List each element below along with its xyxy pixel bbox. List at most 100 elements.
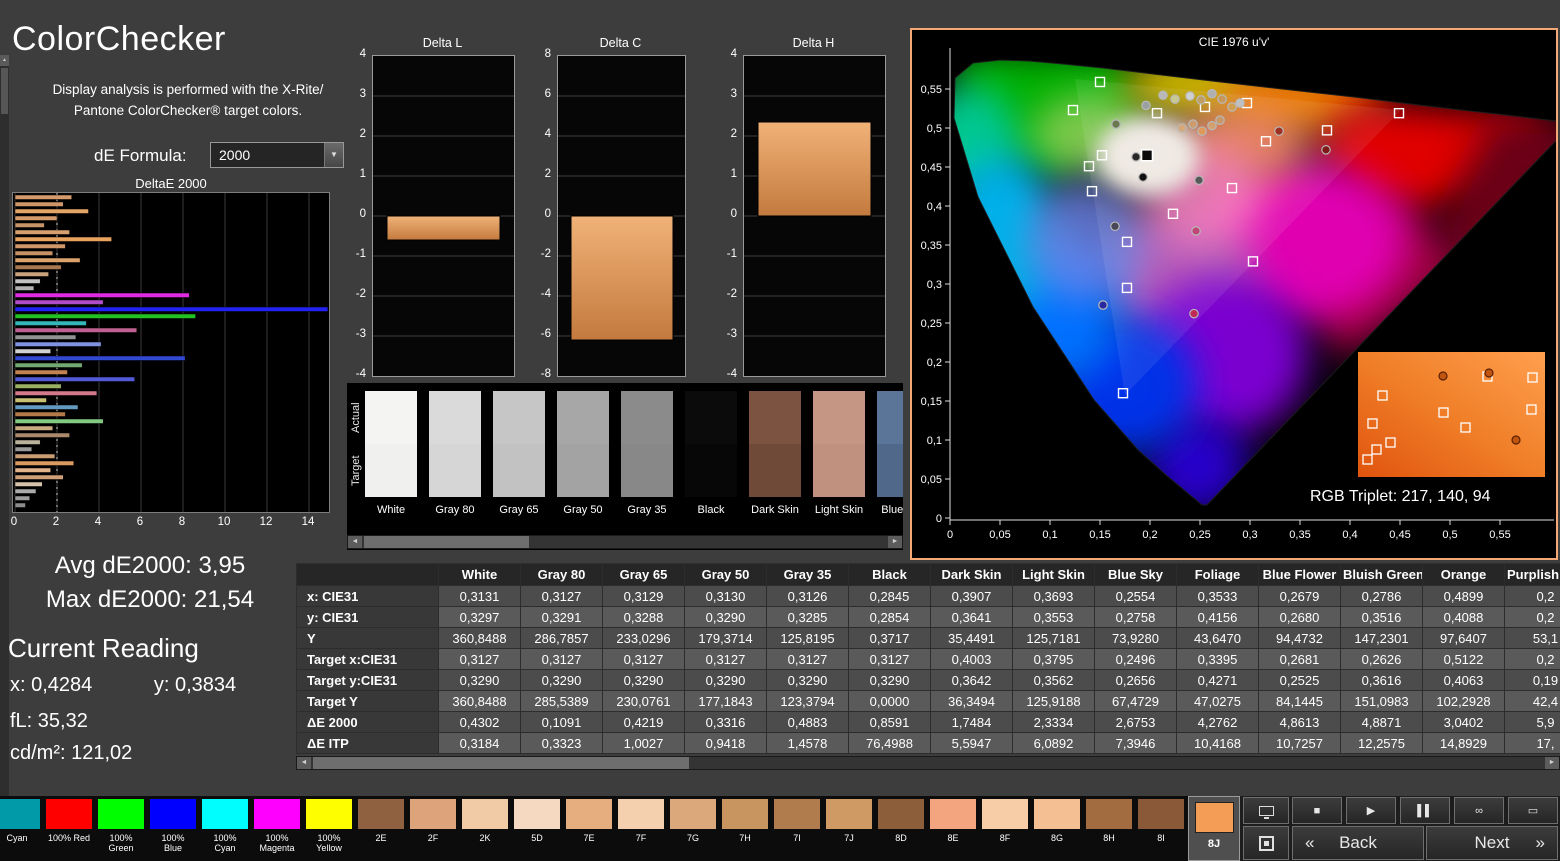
scrollbar-track[interactable] [0, 66, 9, 801]
target-row-label: Target [350, 455, 362, 486]
patch-8j[interactable]: 8J [1188, 796, 1240, 861]
axis-tick-label: 1 [730, 168, 737, 180]
dropdown-arrow-icon[interactable]: ▼ [324, 143, 343, 167]
table-cell: 4,8871 [1340, 711, 1423, 733]
swatch-scrollbar[interactable]: ◄ ► [347, 535, 903, 549]
table-cell: 230,0761 [602, 690, 685, 712]
scroll-left-icon[interactable]: ◄ [348, 536, 362, 548]
left-scrollbar[interactable]: ▲ ▼ [0, 55, 9, 812]
table-cell: 12,2575 [1340, 732, 1423, 754]
patch-7g[interactable]: 7G [668, 798, 718, 859]
scroll-left-icon[interactable]: ◄ [297, 757, 311, 769]
table-cell: 5,9 [1504, 711, 1560, 733]
back-button[interactable]: « Back [1292, 826, 1424, 860]
table-cell: 0,2680 [1258, 606, 1341, 628]
deltae-bar [14, 327, 138, 333]
patch-7j[interactable]: 7J [824, 798, 874, 859]
patch-label: 100% Magenta [259, 833, 295, 853]
table-cell: 2,3334 [1012, 711, 1095, 733]
window-button[interactable] [1243, 797, 1289, 824]
axis-tick-label: 0,1 [927, 435, 942, 447]
deltae-bar [14, 313, 196, 319]
measurement-marker [1194, 175, 1204, 186]
patch-2k[interactable]: 2K [460, 798, 510, 859]
measurement-table: White Gray 80 Gray 65 Gray 50 Gray 35 Black Da… [296, 563, 1560, 754]
swatch-gray-65: Gray 65 [493, 391, 545, 516]
patch-2e[interactable]: 2E [356, 798, 406, 859]
patch-8i[interactable]: 8I [1136, 798, 1186, 859]
patch-7h[interactable]: 7H [720, 798, 770, 859]
display-icon: ▭ [1527, 805, 1539, 817]
patch-8d[interactable]: 8D [876, 798, 926, 859]
axis-tick-label: 0,25 [921, 318, 942, 330]
patch-100-magenta[interactable]: 100% Magenta [252, 798, 302, 859]
patch-label: 8F [999, 833, 1011, 843]
table-cell: 0,3127 [438, 648, 521, 670]
patch-100-yellow[interactable]: 100% Yellow [304, 798, 354, 859]
table-row: y: CIE31 0,3297 0,3291 0,3288 0,3290 0,3285 0,… [296, 606, 1560, 628]
patch-8h[interactable]: 8H [1084, 798, 1134, 859]
patch-7i[interactable]: 7I [772, 798, 822, 859]
scroll-up-icon[interactable]: ▲ [0, 55, 9, 66]
de-formula-select[interactable]: 2000 ▼ [210, 142, 344, 168]
table-cell: 1,7484 [930, 711, 1013, 733]
swatch-black: Black [685, 391, 737, 516]
table-cell: 0,3290 [766, 669, 849, 691]
patch-5d[interactable]: 5D [512, 798, 562, 859]
loop-button[interactable]: ∞ [1454, 797, 1504, 824]
measurement-marker [1227, 102, 1237, 112]
patch-7f[interactable]: 7F [616, 798, 666, 859]
next-button[interactable]: Next » [1426, 826, 1558, 860]
patch-8e[interactable]: 8E [928, 798, 978, 859]
swatch-label: White [376, 504, 406, 516]
table-scrollbar[interactable]: ◄ ► [296, 756, 1560, 770]
measurement-marker [1191, 226, 1201, 236]
pause-button[interactable]: ▌▌ [1400, 797, 1450, 824]
table-cell: 73,9280 [1094, 627, 1177, 649]
patch-100-green[interactable]: 100% Green [96, 798, 146, 859]
patch-7e[interactable]: 7E [564, 798, 614, 859]
table-cell: 0,3127 [520, 585, 603, 607]
deltae-bar [14, 243, 66, 249]
display-button[interactable]: ▭ [1508, 797, 1558, 824]
deltae-bar [14, 446, 33, 452]
swatch-target [557, 444, 609, 497]
patch-100-cyan[interactable]: 100% Cyan [200, 798, 250, 859]
measurement-marker [1197, 126, 1207, 136]
scroll-right-icon[interactable]: ► [1545, 757, 1559, 769]
patch-100-blue[interactable]: 100% Blue [148, 798, 198, 859]
patch-8g[interactable]: 8G [1032, 798, 1082, 859]
table-row: Target y:CIE31 0,3290 0,3290 0,3290 0,3290 0,… [296, 669, 1560, 691]
patch-8f[interactable]: 8F [980, 798, 1030, 859]
deltae-bar [14, 229, 70, 235]
axis-tick-label: 0,4 [1342, 529, 1357, 541]
scrollbar-track[interactable] [311, 757, 1545, 769]
scrollbar-thumb[interactable] [313, 757, 689, 769]
chart-title: Delta L [422, 36, 463, 50]
scroll-right-icon[interactable]: ► [888, 536, 902, 548]
swatch-target [685, 444, 737, 497]
scrollbar-track[interactable] [362, 536, 888, 548]
patch-display-button[interactable] [1243, 826, 1289, 860]
stop-button[interactable]: ■ [1292, 797, 1342, 824]
table-cell: 0,4883 [766, 711, 849, 733]
table-cell: 233,0296 [602, 627, 685, 649]
scrollbar-thumb[interactable] [1, 68, 8, 114]
rgb-triplet-readout: RGB Triplet: 217, 140, 94 [1310, 488, 1491, 505]
measurement-marker [1131, 152, 1141, 162]
table-cell: 0,2786 [1340, 585, 1423, 607]
swatch-dark-skin: Dark Skin [749, 391, 801, 516]
delta-bar [386, 215, 501, 241]
table-cell: 0,3616 [1340, 669, 1423, 691]
swatch-target [749, 444, 801, 497]
play-button[interactable]: ▶ [1346, 797, 1396, 824]
patch-100-red[interactable]: 100% Red [44, 798, 94, 859]
measurement-marker [1215, 115, 1225, 125]
axis-tick-label: -4 [355, 368, 366, 380]
axis-tick-label: 2 [730, 128, 737, 140]
patch-cyan[interactable]: Cyan [0, 798, 42, 859]
deltae-bar [14, 236, 112, 242]
swatch-target [621, 444, 673, 497]
patch-2f[interactable]: 2F [408, 798, 458, 859]
scrollbar-thumb[interactable] [364, 536, 529, 548]
